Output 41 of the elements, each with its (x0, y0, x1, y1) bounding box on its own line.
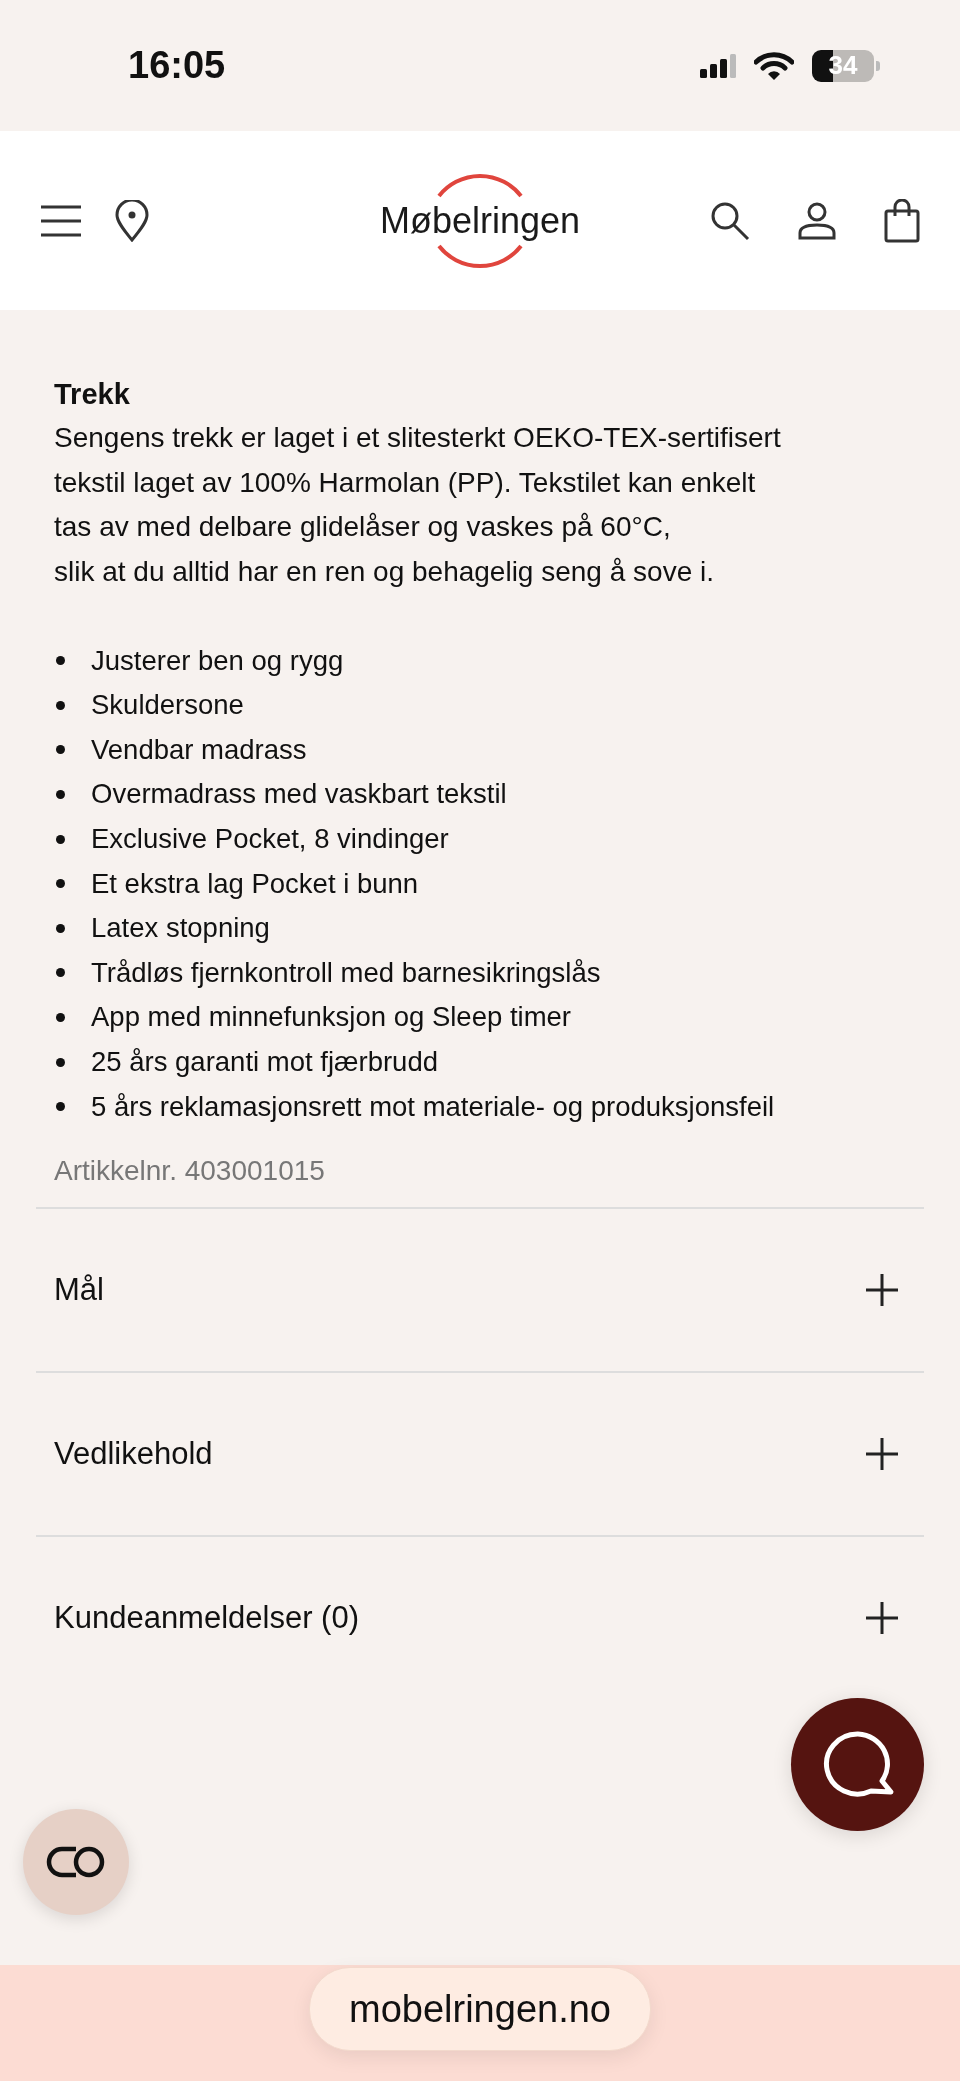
feature-item: Trådløs fjernkontroll med barnesikringslås (91, 956, 601, 989)
feature-item: Latex stopning (91, 912, 270, 945)
toggle-icon (46, 1846, 106, 1878)
feature-item: 25 års garanti mot fjærbrudd (91, 1046, 438, 1078)
wifi-icon (754, 51, 794, 80)
bullet-dot (56, 1057, 65, 1067)
article-number: Artikkelnr. 403001015 (54, 1154, 326, 1188)
signal-icon (700, 53, 736, 78)
feature-item: 5 års reklamasjonsrett mot materiale- og produksjonsfeil (91, 1090, 775, 1123)
section-heading: Trekk (54, 377, 131, 412)
plus-icon (864, 1599, 900, 1636)
bullet-dot (56, 789, 65, 799)
site-logo[interactable]: Møbelringen (370, 165, 590, 276)
location-pin-icon[interactable] (114, 199, 150, 242)
shopping-bag-icon[interactable] (884, 198, 920, 243)
bullet-dot (56, 968, 65, 978)
search-icon[interactable] (710, 200, 750, 241)
bullet-dot (56, 834, 65, 844)
plus-icon (864, 1271, 900, 1308)
bullet-dot (56, 923, 65, 933)
feature-item: Et ekstra lag Pocket i bunn (91, 867, 419, 900)
accordion-header[interactable]: Vedlikehold (36, 1370, 924, 1535)
bullet-dot (56, 700, 65, 710)
accordion-header[interactable]: Mål (36, 1206, 924, 1371)
feature-item: Vendbar madrass (91, 733, 307, 766)
address-bar[interactable]: mobelringen.no (309, 1967, 651, 2051)
bullet-dot (56, 656, 65, 666)
feature-item: Skuldersone (91, 689, 244, 722)
feature-item: Overmadrass med vaskbart tekstil (91, 778, 507, 811)
feature-item: App med minnefunksjon og Sleep timer (91, 1001, 571, 1034)
clock-time: 16:05 (128, 44, 226, 87)
feature-item: Justerer ben og rygg (91, 644, 344, 677)
description-paragraph: Sengens trekk er laget i et slitesterkt OEKO-TEX-sertifisert tekstil laget av 100% Harmolan (PP). Tekstilet kan enkelt tas av med delbare glidelåser og vaskes på 60°C, slik at du alltid har en ren og behagelig seng å sove i. (54, 421, 782, 589)
bullet-dot (56, 745, 65, 755)
feature-item: Exclusive Pocket, 8 vindinger (91, 823, 449, 856)
plus-icon (864, 1435, 900, 1472)
user-icon[interactable] (798, 200, 836, 241)
bullet-dot (56, 1102, 65, 1112)
accordion-header[interactable]: Kundeanmeldelser (0) (36, 1534, 924, 1699)
bullet-dot (56, 1012, 65, 1022)
bullet-dot (56, 879, 65, 889)
